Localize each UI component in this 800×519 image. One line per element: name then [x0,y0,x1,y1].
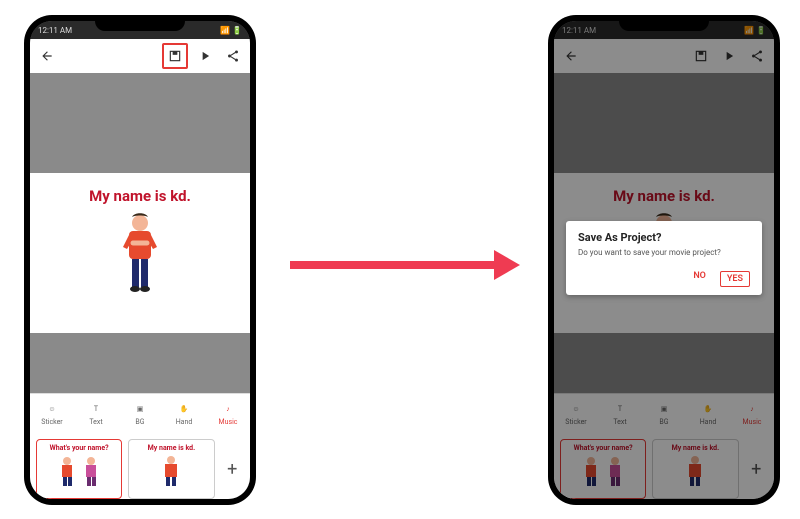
tool-sticker[interactable]: ☺ Sticker [30,402,74,426]
clip-caption: My name is kd. [148,444,195,452]
add-clip-button[interactable]: + [221,459,245,480]
save-project-button[interactable] [162,43,188,69]
canvas-bottom-gray [30,333,250,393]
clip-1[interactable]: What's your name? [36,439,122,499]
clip-2[interactable]: My name is kd. [128,439,214,499]
tool-label: Hand [176,418,193,426]
screen-before: 12:11 AM 📶 🔋 [30,21,250,499]
dialog-yes-button[interactable]: YES [720,271,750,287]
tool-label: Sticker [41,418,62,426]
phone-before: 12:11 AM 📶 🔋 [24,15,256,505]
dialog-no-button[interactable]: NO [693,271,706,287]
phone-notch [619,15,709,31]
tool-text[interactable]: T Text [74,402,118,426]
tool-label: BG [135,418,144,426]
clip-thumb-icon [49,452,109,488]
canvas-caption: My name is kd. [89,187,191,205]
bg-icon: ▣ [133,402,147,416]
filmstrip: What's your name? My name is kd. + [30,434,250,499]
tool-label: Text [89,418,102,426]
back-button[interactable] [36,45,58,67]
dialog-title: Save As Project? [578,231,750,244]
tool-music[interactable]: ♪ Music [206,402,250,426]
status-time: 12:11 AM [38,26,72,35]
dialog-body: Do you want to save your movie project? [578,248,750,257]
clip-thumb-icon [151,452,191,488]
status-icons: 📶 🔋 [220,26,242,35]
phone-after: 12:11 AM 📶 🔋 [548,15,780,505]
save-project-dialog: Save As Project? Do you want to save you… [566,221,762,295]
clip-caption: What's your name? [50,444,109,452]
phone-notch [95,15,185,31]
character-boy-icon [115,211,165,295]
hand-icon: ✋ [177,402,191,416]
canvas-area[interactable]: My name is kd. [30,173,250,333]
music-icon: ♪ [221,402,235,416]
tool-hand[interactable]: ✋ Hand [162,402,206,426]
tool-label: Music [219,418,238,426]
sticker-icon: ☺ [45,402,59,416]
screen-after: 12:11 AM 📶 🔋 [554,21,774,499]
app-bar [30,39,250,73]
arrow-icon [290,245,520,285]
toolbar: ☺ Sticker T Text ▣ BG ✋ Hand ♪ Music [30,393,250,434]
play-button[interactable] [194,45,216,67]
tutorial-two-step: 12:11 AM 📶 🔋 [0,0,800,519]
share-button[interactable] [222,45,244,67]
text-icon: T [89,402,103,416]
canvas-top-gray [30,73,250,173]
tool-bg[interactable]: ▣ BG [118,402,162,426]
